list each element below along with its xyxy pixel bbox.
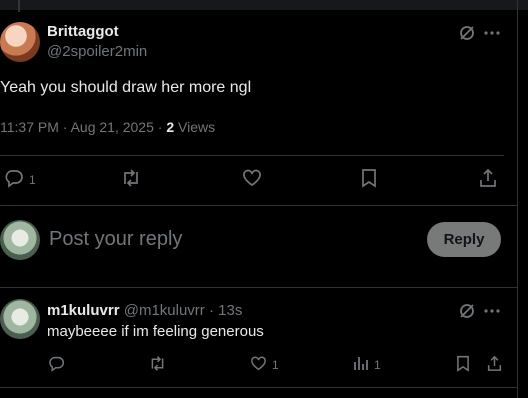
divider — [0, 155, 504, 156]
reply-button[interactable]: Reply — [427, 222, 501, 257]
separator: · — [62, 119, 68, 135]
more-icon[interactable] — [484, 30, 500, 36]
avatar[interactable] — [0, 299, 40, 339]
thread-connector-line — [18, 0, 20, 12]
reply-input[interactable]: Post your reply — [49, 228, 182, 251]
share-icon[interactable] — [487, 355, 502, 372]
reply-icon[interactable] — [4, 168, 24, 188]
separator: · — [208, 302, 214, 319]
reply-icon[interactable] — [48, 355, 65, 372]
divider — [0, 387, 518, 388]
post-text: Yeah you should draw her more ngl — [0, 79, 252, 96]
views-count: 2 — [166, 119, 175, 135]
post-date[interactable]: Aug 21, 2025 — [71, 119, 154, 135]
views-icon[interactable] — [353, 356, 368, 371]
views-label: Views — [178, 119, 216, 135]
divider — [0, 287, 518, 288]
like-count: 1 — [272, 358, 279, 372]
grok-icon[interactable] — [458, 24, 476, 42]
reply-header: m1kuluvrr @m1kuluvrr · 13s — [47, 302, 242, 319]
bookmark-icon[interactable] — [361, 168, 377, 188]
retweet-icon[interactable] — [120, 168, 142, 188]
like-icon[interactable] — [242, 169, 262, 187]
top-bar — [0, 0, 528, 10]
reply-author-handle[interactable]: @m1kuluvrr — [124, 302, 205, 319]
reply-count: 1 — [29, 173, 36, 187]
separator: · — [157, 119, 163, 135]
retweet-icon[interactable] — [148, 355, 167, 372]
column-border — [517, 0, 518, 398]
post-time[interactable]: 11:37 PM — [0, 119, 59, 135]
author-name[interactable]: Brittaggot — [47, 23, 119, 40]
bookmark-icon[interactable] — [456, 355, 470, 372]
grok-icon[interactable] — [458, 302, 476, 320]
post-metadata: 11:37 PM · Aug 21, 2025 · 2 Views — [0, 119, 215, 135]
user-avatar — [0, 220, 40, 260]
like-icon[interactable] — [250, 356, 267, 371]
divider — [0, 205, 518, 206]
avatar[interactable] — [0, 22, 40, 62]
reply-author-name[interactable]: m1kuluvrr — [47, 302, 120, 319]
author-handle[interactable]: @2spoiler2min — [47, 43, 147, 60]
share-icon[interactable] — [479, 168, 497, 188]
views-count: 1 — [374, 358, 381, 372]
reply-time[interactable]: 13s — [218, 302, 242, 319]
reply-text: maybeeee if im feeling generous — [47, 323, 264, 340]
more-icon[interactable] — [484, 308, 500, 314]
